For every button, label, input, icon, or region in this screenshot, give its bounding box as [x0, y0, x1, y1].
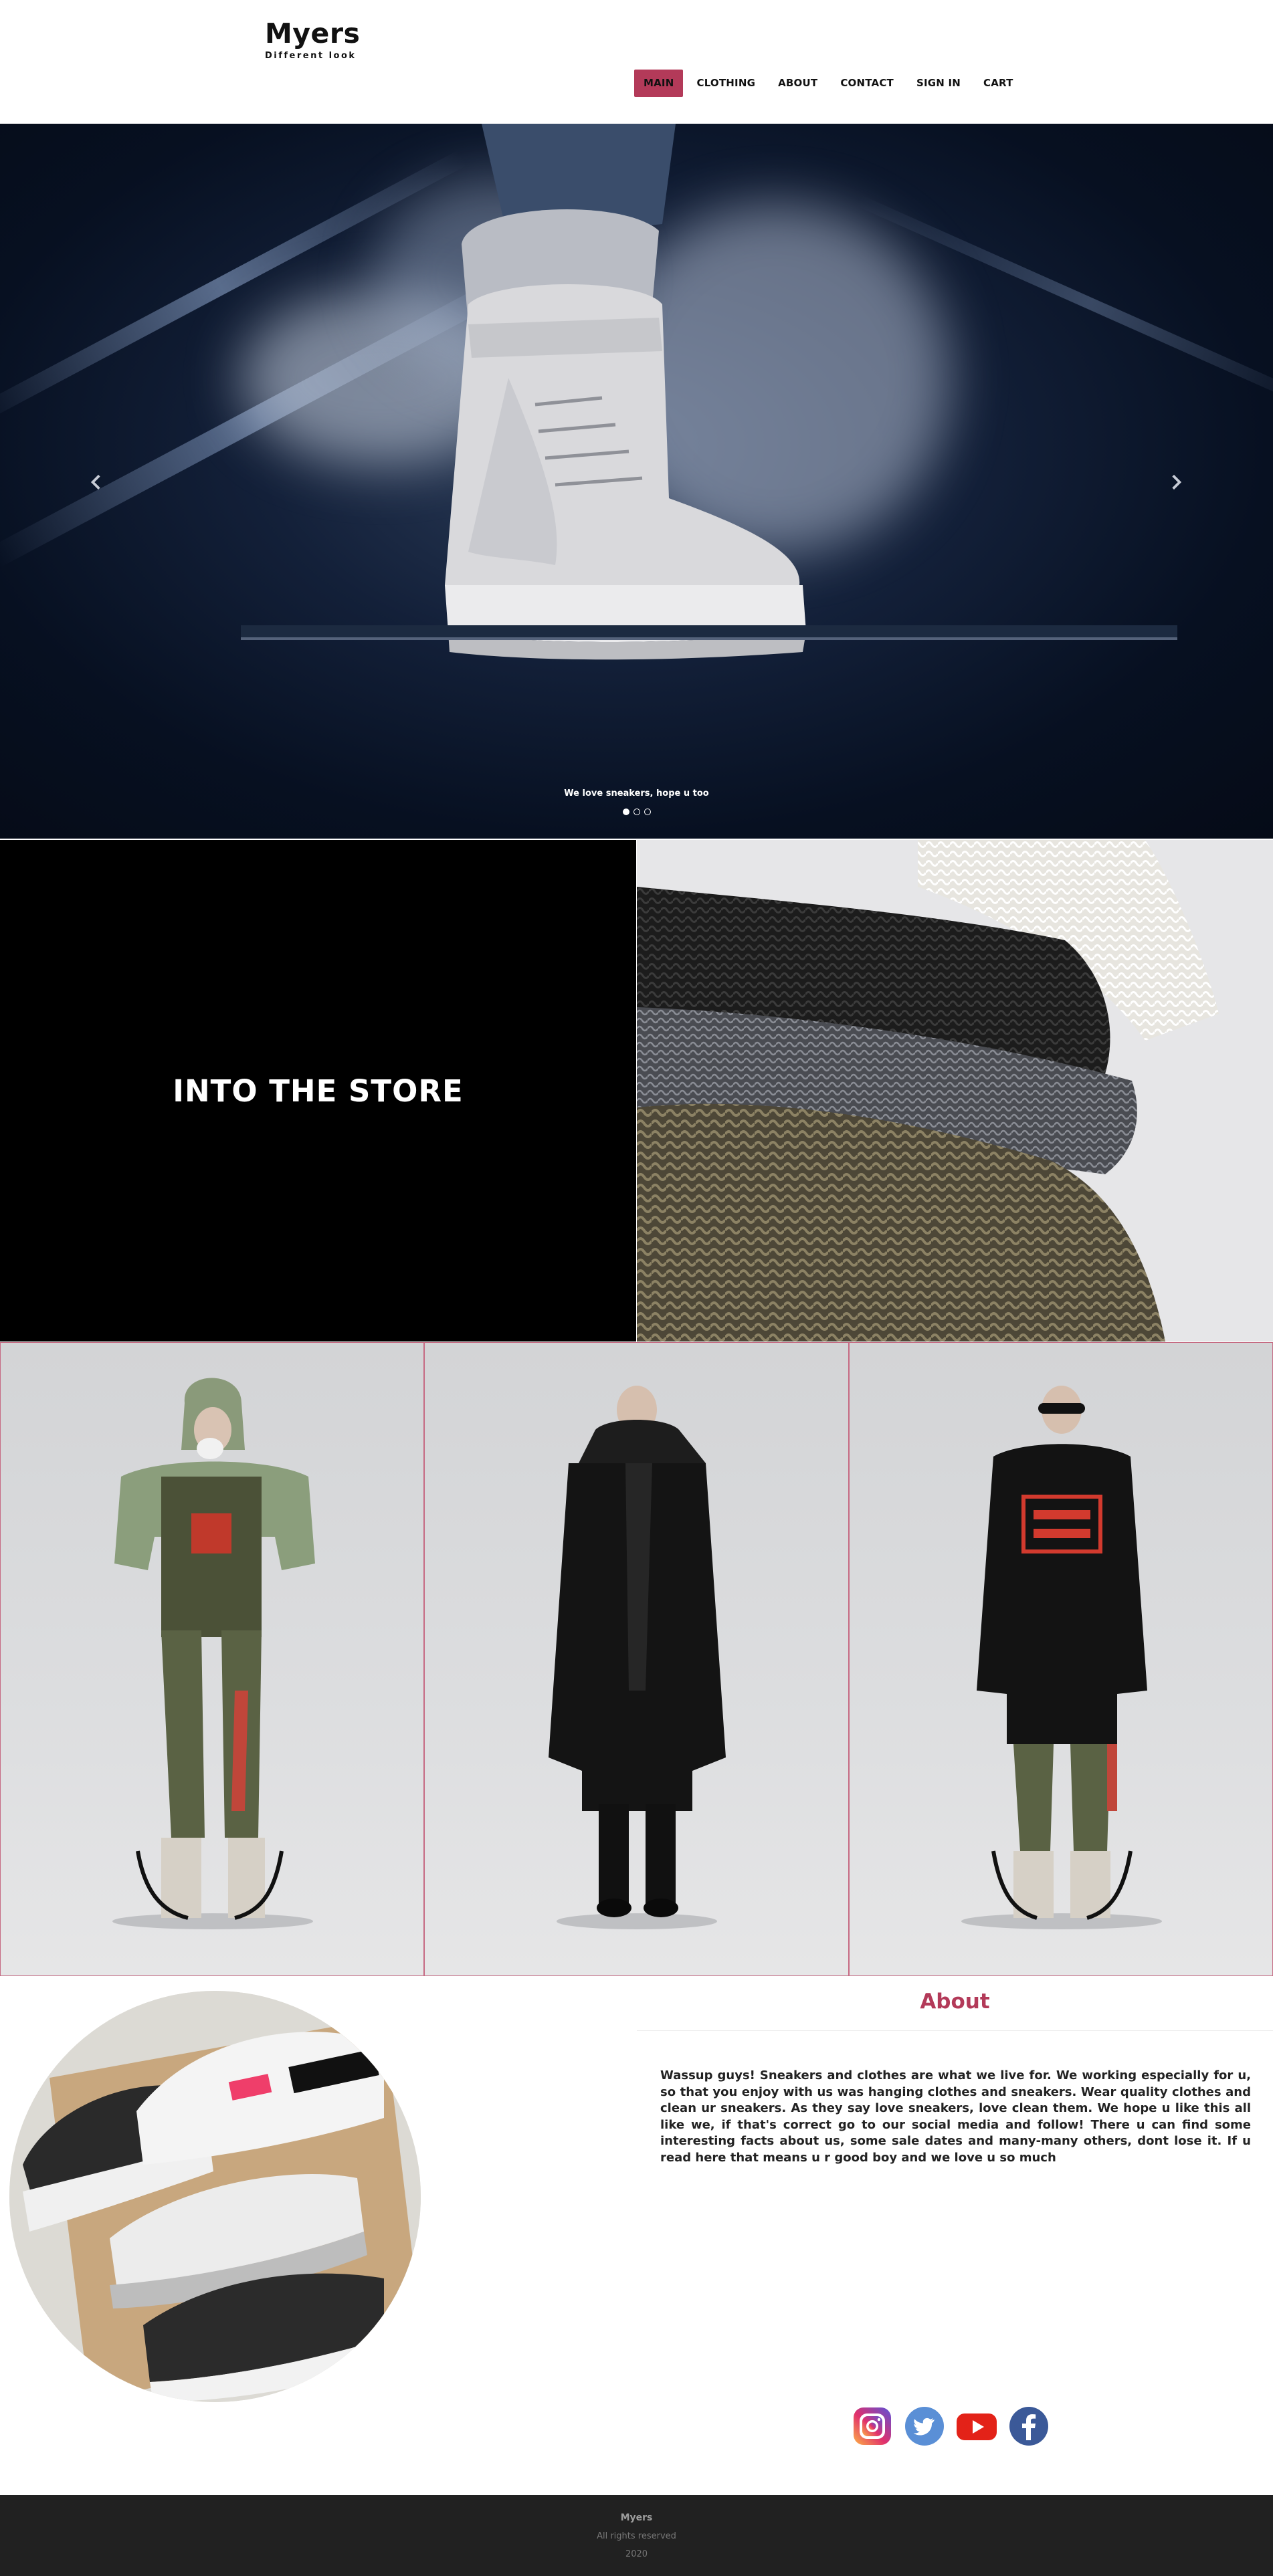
brand-tagline: Different look — [265, 51, 357, 61]
footer-year: 2020 — [625, 2549, 648, 2559]
hero-carousel: We love sneakers, hope u too — [0, 124, 1273, 839]
sneakers-illustration — [9, 1991, 421, 2402]
site-header: Myers Different look MAIN CLOTHING ABOUT… — [0, 0, 1273, 124]
chevron-left-icon — [90, 474, 100, 490]
sneakers-box-image — [9, 1991, 421, 2402]
nav-item-cart[interactable]: CART — [974, 70, 1023, 97]
facebook-icon — [1009, 2407, 1048, 2446]
youtube-icon — [957, 2413, 997, 2440]
instagram-link[interactable] — [851, 2405, 894, 2448]
lookbook-card[interactable] — [848, 1342, 1273, 1976]
main-nav: MAIN CLOTHING ABOUT CONTACT SIGN IN CART — [634, 70, 1027, 97]
carousel-dot[interactable] — [622, 809, 629, 815]
brand[interactable]: Myers Different look — [265, 17, 360, 61]
nav-item-sign-in[interactable]: SIGN IN — [907, 70, 970, 97]
model-black-coat-image — [549, 1386, 726, 1929]
lookbook-card[interactable] — [424, 1342, 849, 1976]
sneaker-image — [241, 124, 1177, 660]
knit-scarves-illustration — [637, 840, 1273, 1341]
model-black-sweatshirt-image — [961, 1386, 1162, 1929]
chevron-right-icon — [1172, 474, 1182, 490]
facebook-link[interactable] — [1007, 2405, 1050, 2448]
carousel-indicators — [0, 809, 1273, 815]
carousel-dot[interactable] — [633, 809, 640, 815]
lookbook-grid — [0, 1342, 1273, 1976]
lookbook-card[interactable] — [0, 1342, 425, 1976]
twitter-link[interactable] — [903, 2405, 946, 2448]
social-links — [851, 2405, 1050, 2448]
knit-scarves-image — [637, 840, 1273, 1341]
store-title: INTO THE STORE — [173, 1073, 464, 1109]
youtube-link[interactable] — [955, 2405, 998, 2448]
site-footer: Myers All rights reserved 2020 — [0, 2495, 1273, 2576]
carousel-next-button[interactable] — [1156, 462, 1196, 502]
nav-item-main[interactable]: MAIN — [634, 70, 684, 97]
about-title: About — [920, 1990, 990, 2014]
divider — [637, 2030, 1273, 2031]
carousel-dot[interactable] — [644, 809, 651, 815]
into-the-store-link[interactable]: INTO THE STORE — [0, 840, 636, 1341]
carousel-prev-button[interactable] — [76, 462, 116, 502]
nav-item-about[interactable]: ABOUT — [769, 70, 827, 97]
footer-rights: All rights reserved — [597, 2531, 676, 2541]
carousel-caption: We love sneakers, hope u too — [564, 788, 709, 798]
instagram-icon — [854, 2407, 891, 2445]
about-text: Wassup guys! Sneakers and clothes are wh… — [660, 2068, 1251, 2165]
nav-item-contact[interactable]: CONTACT — [831, 70, 903, 97]
nav-item-clothing[interactable]: CLOTHING — [687, 70, 765, 97]
footer-brand: Myers — [620, 2512, 653, 2523]
brand-name[interactable]: Myers — [265, 17, 360, 49]
model-olive-outfit-image — [112, 1378, 315, 1929]
twitter-icon — [905, 2407, 944, 2446]
